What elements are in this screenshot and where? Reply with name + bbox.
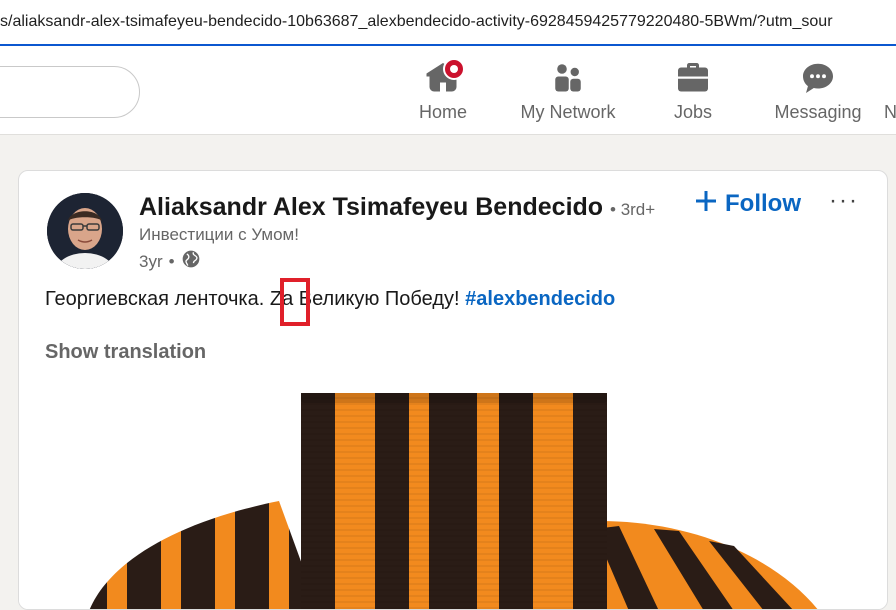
search-input[interactable]: [0, 66, 140, 118]
nav-label-notifications: N: [884, 102, 896, 122]
post-card: Aliaksandr Alex Tsimafeyeu Bendecido • 3…: [18, 170, 888, 610]
plus-icon: [695, 190, 717, 219]
author-headline: Инвестиции с Умом!: [139, 225, 299, 244]
author-name[interactable]: Aliaksandr Alex Tsimafeyeu Bendecido • 3…: [139, 193, 655, 222]
more-options-button[interactable]: ···: [829, 187, 859, 215]
nav-item-messaging[interactable]: Messaging: [768, 60, 868, 130]
nav-label-jobs: Jobs: [673, 102, 713, 122]
nav-label-messaging: Messaging: [774, 102, 862, 122]
connection-degree: • 3rd+: [610, 200, 656, 219]
hashtag-link[interactable]: #alexbendecido: [465, 288, 615, 310]
address-bar[interactable]: s/aliaksandr-alex-tsimafeyeu-bendecido-1…: [0, 0, 896, 46]
url-text[interactable]: s/aliaksandr-alex-tsimafeyeu-bendecido-1…: [0, 13, 833, 31]
post-meta: 3yr •: [139, 249, 201, 274]
nav-label-home: Home: [418, 102, 467, 122]
briefcase-icon: [675, 60, 711, 96]
follow-label: Follow: [725, 190, 801, 217]
post-text-end: Великую Победу!: [293, 288, 466, 310]
meta-separator: •: [168, 251, 175, 271]
post-text: Георгиевская ленточка. Za Великую Победу…: [45, 288, 615, 311]
author-name-text[interactable]: Aliaksandr Alex Tsimafeyeu Bendecido: [139, 193, 603, 221]
post-text-start: Георгиевская ленточка.: [45, 288, 270, 310]
annotation-highlight-box: [280, 278, 310, 326]
post-time: 3yr: [139, 251, 163, 271]
bell-icon: [889, 60, 896, 96]
nav-label-my-network: My Network: [520, 102, 616, 122]
avatar[interactable]: [47, 193, 123, 269]
nav-item-home[interactable]: Home: [413, 58, 473, 130]
nav-item-jobs[interactable]: Jobs: [663, 60, 723, 130]
globe-icon: [181, 249, 201, 274]
people-icon: [550, 60, 586, 96]
notification-dot: [443, 58, 465, 80]
nav-item-my-network[interactable]: My Network: [512, 60, 624, 130]
nav-item-notifications[interactable]: N: [884, 60, 896, 130]
show-translation-button[interactable]: Show translation: [45, 341, 206, 364]
chat-icon: [800, 60, 836, 96]
top-navigation: Home My Network Jobs Messaging N: [0, 46, 896, 135]
home-icon: [425, 58, 465, 96]
post-image[interactable]: [19, 371, 887, 609]
follow-button[interactable]: Follow: [695, 187, 801, 221]
